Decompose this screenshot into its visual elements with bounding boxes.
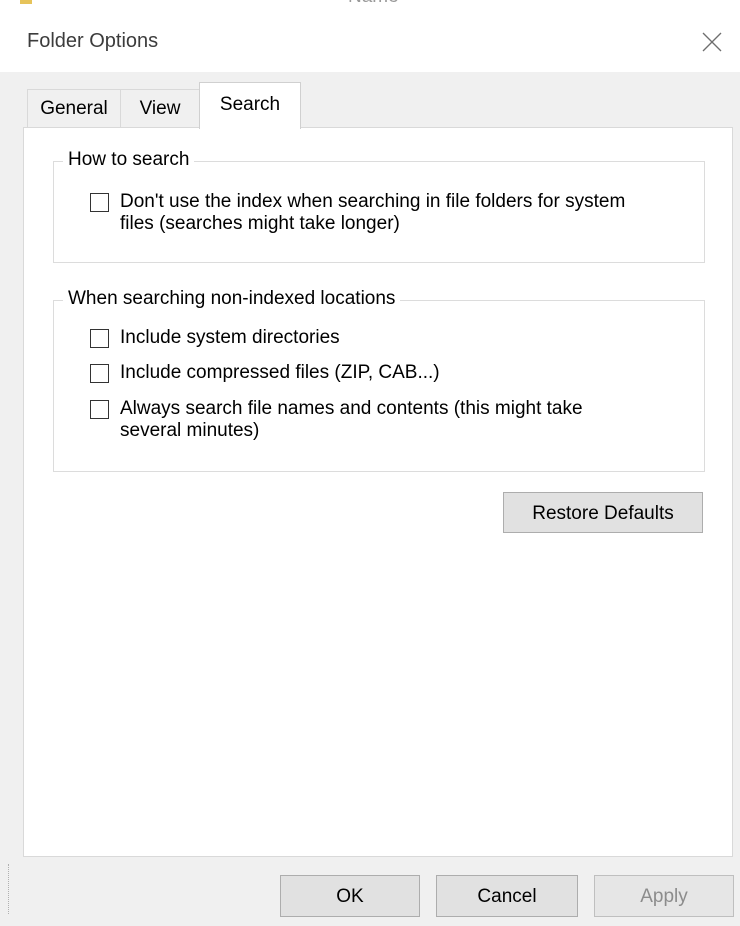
- resize-grip-edge: [8, 864, 11, 914]
- restore-defaults-button[interactable]: Restore Defaults: [503, 492, 703, 533]
- background-window-strip: Name: [0, 0, 740, 12]
- tab-view[interactable]: View: [120, 89, 200, 127]
- non-indexed-locations-group: [53, 300, 705, 472]
- how-to-search-legend: How to search: [63, 149, 195, 171]
- ok-button[interactable]: OK: [280, 875, 420, 917]
- folder-icon: [20, 0, 32, 4]
- always-search-contents-label-line1: Always search file names and contents (t…: [120, 398, 583, 419]
- title-bar[interactable]: Folder Options: [0, 12, 740, 72]
- include-compressed-files-checkbox[interactable]: [90, 364, 109, 383]
- folder-options-dialog: Name Folder Options General View Search …: [0, 0, 740, 926]
- non-indexed-locations-legend: When searching non-indexed locations: [63, 288, 401, 310]
- dont-use-index-checkbox[interactable]: [90, 193, 109, 212]
- always-search-contents-checkbox[interactable]: [90, 400, 109, 419]
- close-button[interactable]: [682, 12, 740, 72]
- always-search-contents-label-line2: several minutes): [120, 420, 260, 441]
- include-system-directories-checkbox[interactable]: [90, 329, 109, 348]
- include-compressed-files-label[interactable]: Include compressed files (ZIP, CAB...): [120, 362, 440, 384]
- window-title: Folder Options: [27, 30, 159, 52]
- tab-general[interactable]: General: [27, 89, 121, 127]
- background-column-header: Name: [348, 0, 399, 8]
- dont-use-index-label[interactable]: Don't use the index when searching in fi…: [120, 191, 625, 235]
- dont-use-index-label-line2: files (searches might take longer): [120, 213, 400, 234]
- always-search-contents-label[interactable]: Always search file names and contents (t…: [120, 398, 583, 442]
- close-icon: [702, 32, 722, 52]
- cancel-button[interactable]: Cancel: [436, 875, 578, 917]
- dont-use-index-label-line1: Don't use the index when searching in fi…: [120, 191, 626, 212]
- apply-button[interactable]: Apply: [594, 875, 734, 917]
- tab-search[interactable]: Search: [199, 82, 301, 129]
- include-system-directories-label[interactable]: Include system directories: [120, 327, 340, 349]
